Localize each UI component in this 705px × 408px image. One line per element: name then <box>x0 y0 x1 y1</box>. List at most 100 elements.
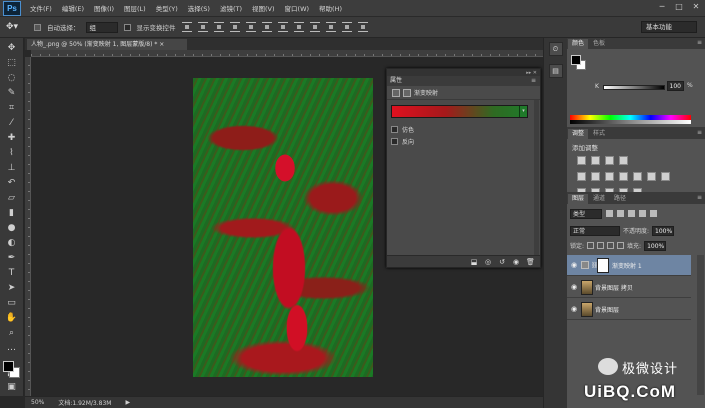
view-previous-icon[interactable]: ◎ <box>484 258 492 266</box>
gradient-map-preview[interactable]: ▾ <box>391 105 528 118</box>
marquee-tool-icon[interactable]: ⬚ <box>4 57 20 70</box>
black-white-icon[interactable] <box>619 172 628 181</box>
document-image[interactable] <box>193 78 373 377</box>
properties-panel-icon[interactable]: ▤ <box>548 64 563 78</box>
align-top-icon[interactable] <box>181 22 192 32</box>
color-swatches[interactable] <box>2 361 21 378</box>
menu-window[interactable]: 窗口(W) <box>280 3 315 13</box>
distribute-vcenter-icon[interactable] <box>293 22 304 32</box>
shape-tool-icon[interactable]: ▭ <box>4 297 20 310</box>
lock-pixels-icon[interactable] <box>597 242 605 249</box>
layers-panel-menu-icon[interactable]: ≡ <box>697 194 702 201</box>
fill-field[interactable]: 100% <box>644 240 667 251</box>
menu-layer[interactable]: 图层(L) <box>119 3 151 13</box>
pen-tool-icon[interactable]: ✒ <box>4 252 20 265</box>
show-transform-checkbox[interactable] <box>123 23 131 31</box>
menu-file[interactable]: 文件(F) <box>25 3 57 13</box>
tab-adjustments[interactable]: 调整 <box>568 129 589 139</box>
distribute-top-icon[interactable] <box>277 22 288 32</box>
levels-icon[interactable] <box>591 156 600 165</box>
crop-tool-icon[interactable]: ⌗ <box>4 102 20 115</box>
filter-pixel-icon[interactable] <box>606 210 613 217</box>
adjustment-settings-icon[interactable] <box>392 88 400 97</box>
visibility-icon[interactable]: ◉ <box>512 258 520 266</box>
properties-scrollbar[interactable] <box>534 100 539 255</box>
workspace-dropdown[interactable]: 基本功能 <box>641 21 697 33</box>
k-channel-slider[interactable] <box>603 85 665 90</box>
mask-settings-icon[interactable] <box>403 88 411 97</box>
reset-icon[interactable]: ↺ <box>498 258 506 266</box>
lock-transparent-icon[interactable] <box>587 242 595 249</box>
layer-row-background-copy[interactable]: ◉ 背景图层 拷贝 <box>567 277 691 298</box>
reverse-checkbox[interactable] <box>391 138 398 145</box>
history-panel-icon[interactable]: ⏲ <box>548 42 563 56</box>
move-tool-icon[interactable]: ✥ <box>4 42 20 55</box>
menu-edit[interactable]: 编辑(E) <box>57 3 89 13</box>
path-select-tool-icon[interactable]: ➤ <box>4 282 20 295</box>
layer-mask-thumbnail[interactable] <box>597 257 609 273</box>
hand-tool-icon[interactable]: ✋ <box>4 312 20 325</box>
align-hcenter-icon[interactable] <box>245 22 256 32</box>
brightness-contrast-icon[interactable] <box>577 156 586 165</box>
color-balance-icon[interactable] <box>605 172 614 181</box>
opacity-field[interactable]: 100% <box>652 225 675 236</box>
blur-tool-icon[interactable]: ● <box>4 222 20 235</box>
color-foreground-swatch[interactable] <box>571 55 581 65</box>
gradient-dropdown-icon[interactable]: ▾ <box>519 106 527 117</box>
align-vcenter-icon[interactable] <box>197 22 208 32</box>
delete-icon[interactable]: 🗑 <box>526 258 535 266</box>
history-brush-tool-icon[interactable]: ↶ <box>4 177 20 190</box>
tab-color[interactable]: 颜色 <box>568 39 589 49</box>
eraser-tool-icon[interactable]: ▱ <box>4 192 20 205</box>
filter-adjustment-icon[interactable] <box>617 210 624 217</box>
tab-swatches[interactable]: 色板 <box>589 39 610 49</box>
filter-shape-icon[interactable] <box>639 210 646 217</box>
align-right-icon[interactable] <box>261 22 272 32</box>
distribute-right-icon[interactable] <box>357 22 368 32</box>
clip-to-layer-icon[interactable]: ⬓ <box>470 258 478 266</box>
tab-paths[interactable]: 路径 <box>610 194 631 204</box>
visibility-eye-icon[interactable]: ◉ <box>567 305 581 313</box>
foreground-color-swatch[interactable] <box>2 361 14 372</box>
brush-tool-icon[interactable]: ⌇ <box>4 147 20 160</box>
dodge-tool-icon[interactable]: ◐ <box>4 237 20 250</box>
menu-filter[interactable]: 滤镜(T) <box>215 3 247 13</box>
dither-option[interactable]: 仿色 <box>387 125 540 134</box>
layer-row-background[interactable]: ◉ 背景图层 <box>567 299 691 320</box>
layer-filter-dropdown[interactable]: 类型 <box>570 208 602 219</box>
menu-view[interactable]: 视图(V) <box>247 3 280 13</box>
visibility-eye-icon[interactable]: ◉ <box>567 261 581 269</box>
filter-smart-object-icon[interactable] <box>650 210 657 217</box>
menu-help[interactable]: 帮助(H) <box>314 3 347 13</box>
screen-mode-icon[interactable]: ▣ <box>4 381 20 394</box>
more-tools-icon[interactable]: … <box>4 342 20 355</box>
minimize-icon[interactable]: ─ <box>657 2 667 12</box>
lock-all-icon[interactable] <box>617 242 625 249</box>
healing-brush-tool-icon[interactable]: ✚ <box>4 132 20 145</box>
tab-layers[interactable]: 图层 <box>568 194 589 204</box>
menu-type[interactable]: 类型(Y) <box>151 3 183 13</box>
distribute-left-icon[interactable] <box>325 22 336 32</box>
layer-row-gradient-map[interactable]: ◉ ⛓ 渐变映射 1 <box>567 255 691 276</box>
status-menu-icon[interactable]: ▶ <box>125 399 130 406</box>
type-tool-icon[interactable]: T <box>4 267 20 280</box>
hue-saturation-icon[interactable] <box>591 172 600 181</box>
align-left-icon[interactable] <box>229 22 240 32</box>
clone-stamp-tool-icon[interactable]: ⊥ <box>4 162 20 175</box>
properties-panel-collapse[interactable]: ▸▸ ✕ <box>387 69 540 76</box>
zoom-level[interactable]: 50% <box>31 399 44 406</box>
color-lookup-icon[interactable] <box>661 172 670 181</box>
eyedropper-tool-icon[interactable]: ⁄ <box>4 117 20 130</box>
auto-select-checkbox[interactable] <box>34 23 41 31</box>
lock-position-icon[interactable] <box>607 242 615 249</box>
close-icon[interactable]: ✕ <box>691 2 701 12</box>
photo-filter-icon[interactable] <box>633 172 642 181</box>
visibility-eye-icon[interactable]: ◉ <box>567 283 581 291</box>
color-panel-menu-icon[interactable]: ≡ <box>697 39 702 46</box>
menu-image[interactable]: 图像(I) <box>89 3 119 13</box>
menu-select[interactable]: 选择(S) <box>183 3 215 13</box>
tab-channels[interactable]: 通道 <box>589 194 610 204</box>
reverse-option[interactable]: 反向 <box>387 137 540 146</box>
filter-type-icon[interactable] <box>628 210 635 217</box>
curves-icon[interactable] <box>605 156 614 165</box>
